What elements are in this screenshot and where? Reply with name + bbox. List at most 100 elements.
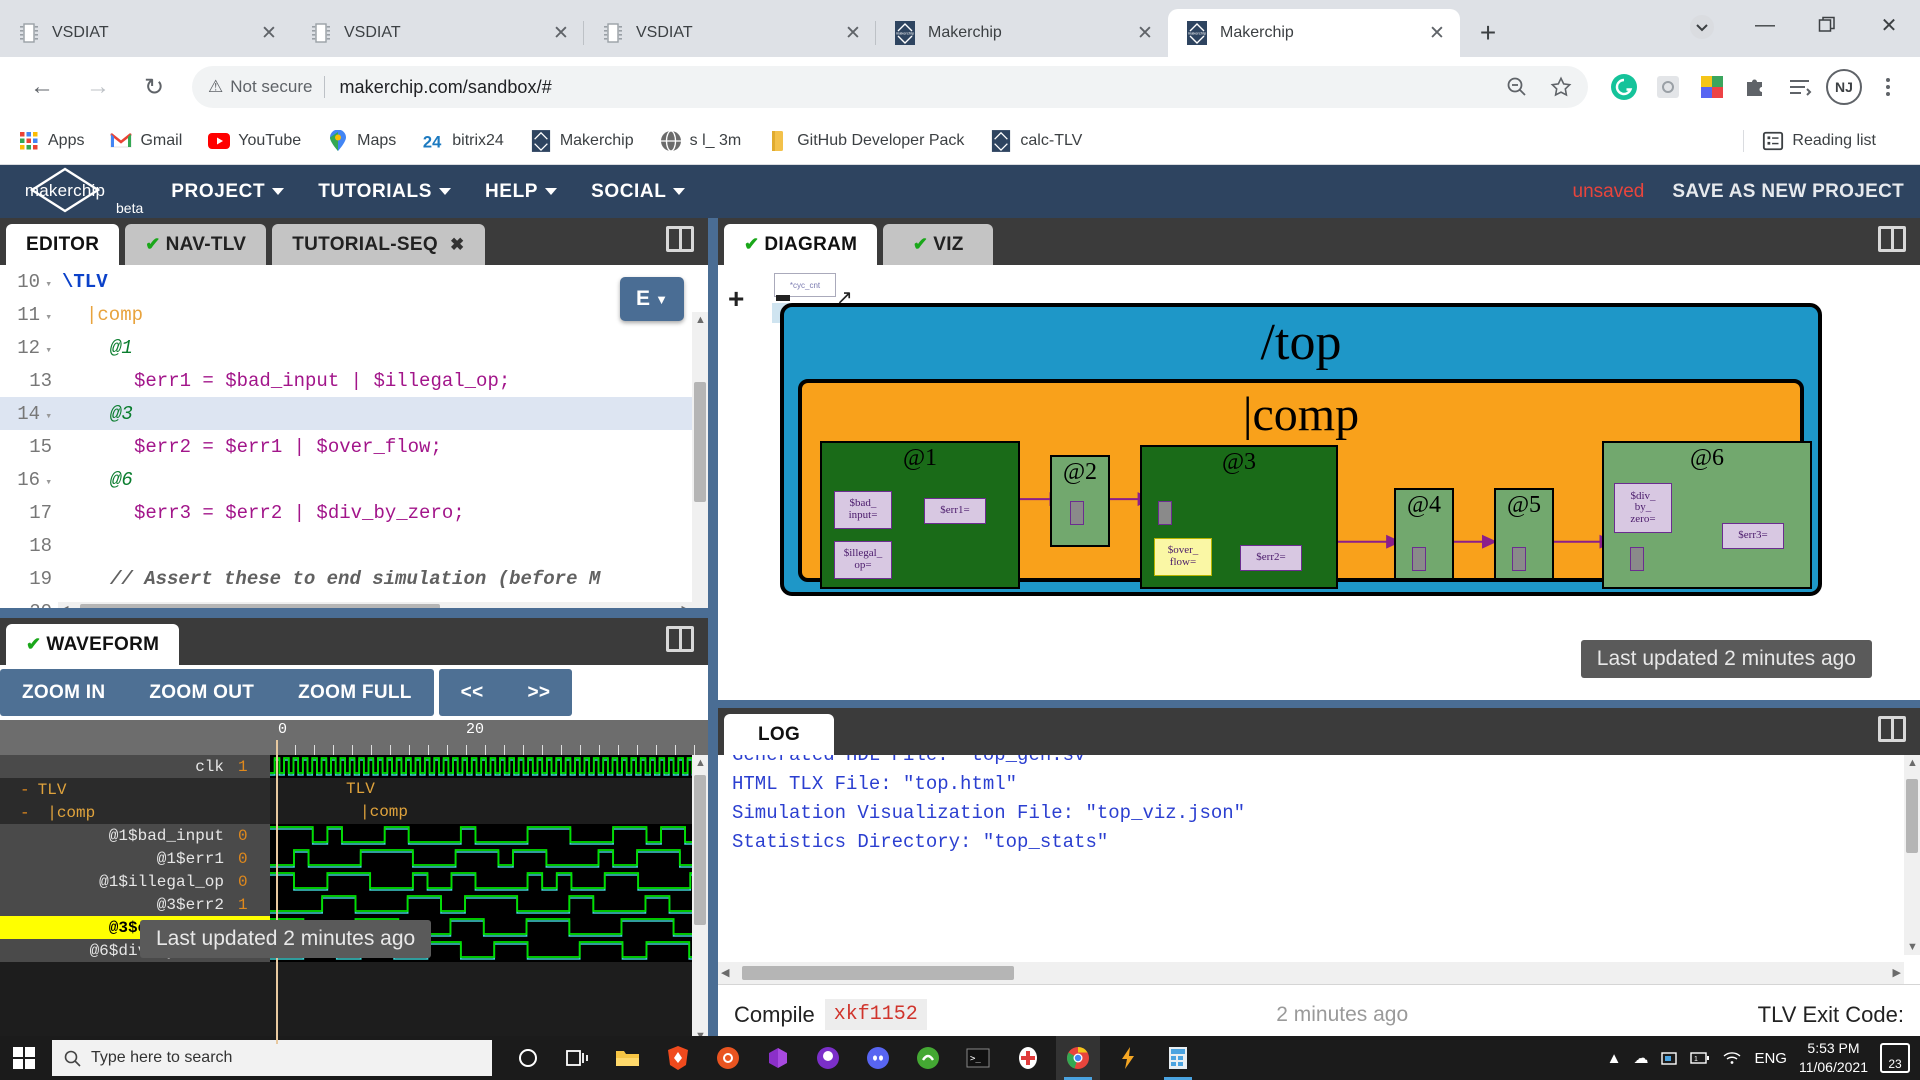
waveform-signal-row[interactable]: @1$illegal_op 0 xyxy=(0,870,708,893)
browser-tab-active[interactable]: makerchip Makerchip ✕ xyxy=(1168,9,1460,57)
zoom-out-button[interactable]: ZOOM OUT xyxy=(127,682,276,704)
new-tab-button[interactable]: + xyxy=(1468,13,1508,53)
zoom-out-icon[interactable] xyxy=(1506,76,1528,98)
tab-nav-tlv[interactable]: ✔ NAV-TLV xyxy=(125,224,267,265)
waveform-signal-row[interactable]: @1$bad_input 0 xyxy=(0,824,708,847)
kebab-menu-icon[interactable] xyxy=(1870,69,1906,105)
scroll-thumb[interactable] xyxy=(694,775,706,925)
comp-pipeline-box[interactable]: |comp @1 @2 @3 @4 @5 @6 $bad_ input= $er… xyxy=(798,379,1812,589)
fold-arrow-icon[interactable]: ▾ xyxy=(40,277,52,291)
signal-box[interactable]: $err1= xyxy=(924,498,986,524)
ubuntu-icon[interactable] xyxy=(706,1036,750,1080)
taskview-icon[interactable] xyxy=(556,1036,600,1080)
vscode-icon[interactable] xyxy=(756,1036,800,1080)
fold-arrow-icon[interactable]: ▾ xyxy=(40,475,52,489)
onedrive-icon[interactable] xyxy=(1660,1050,1678,1066)
close-icon[interactable]: ✕ xyxy=(256,20,282,46)
code-line[interactable]: 11 ▾ |comp xyxy=(0,298,708,331)
waveform-signal-row[interactable]: clk 1 xyxy=(0,755,708,778)
zoom-in-button[interactable]: ZOOM IN xyxy=(0,682,127,704)
code-line[interactable]: 19 // Assert these to end simulation (bef… xyxy=(0,562,708,595)
waveform-vertical-scrollbar[interactable]: ▲ ▼ xyxy=(692,755,708,1044)
step-back-button[interactable]: << xyxy=(439,682,506,704)
signal-box[interactable]: $illegal_ op= xyxy=(834,541,892,579)
signal-waveform[interactable]: TLV xyxy=(270,778,708,801)
close-button[interactable]: ✕ xyxy=(1858,0,1920,50)
bookmark-makerchip[interactable]: Makerchip xyxy=(530,129,634,152)
scroll-up-icon[interactable]: ▲ xyxy=(1907,757,1918,769)
signal-box[interactable]: $err2= xyxy=(1240,545,1302,571)
scroll-up-icon[interactable]: ▲ xyxy=(695,314,706,326)
fold-arrow-icon[interactable]: ▾ xyxy=(40,343,52,357)
close-icon[interactable]: ✕ xyxy=(840,20,866,46)
anaconda-icon[interactable] xyxy=(906,1036,950,1080)
github-icon[interactable] xyxy=(806,1036,850,1080)
taskbar-clock[interactable]: 5:53 PM 11/06/2021 xyxy=(1799,1039,1868,1077)
bookmark-apps[interactable]: Apps xyxy=(18,130,84,152)
expander-icon[interactable]: - xyxy=(20,804,30,822)
split-pane-icon[interactable] xyxy=(666,226,694,252)
log-horizontal-scrollbar[interactable]: ◀ ▶ xyxy=(718,962,1904,984)
language-indicator[interactable]: ENG xyxy=(1754,1050,1787,1067)
zoom-full-button[interactable]: ZOOM FULL xyxy=(276,682,434,704)
bookmark-youtube[interactable]: YouTube xyxy=(208,130,301,152)
maximize-button[interactable] xyxy=(1796,0,1858,50)
readinglist-icon[interactable] xyxy=(1782,69,1818,105)
bookmark-bitrix24[interactable]: 24 bitrix24 xyxy=(422,130,504,152)
waveform-signal-row[interactable]: - TLV TLV xyxy=(0,778,708,801)
code-line[interactable]: 13 $err1 = $bad_input | $illegal_op; xyxy=(0,364,708,397)
battery-icon[interactable]: 1 xyxy=(1690,1051,1710,1065)
search-input[interactable]: Type here to search xyxy=(52,1040,492,1076)
tab-tutorial-seq[interactable]: TUTORIAL-SEQ ✖ xyxy=(272,224,485,265)
cyc-cnt-chip[interactable]: *cyc_cnt xyxy=(774,273,836,297)
avatar[interactable]: NJ xyxy=(1826,69,1862,105)
log-output[interactable]: Generated HDL File: "top_gen.sv" HTML TLX… xyxy=(718,755,1920,984)
extension-colored-icon[interactable] xyxy=(1694,69,1730,105)
calculator-icon[interactable] xyxy=(1156,1036,1200,1080)
signal-waveform[interactable] xyxy=(270,824,708,847)
forward-button[interactable]: → xyxy=(77,66,119,108)
waveform-body[interactable]: 0 20 clk 1 - TLV TLV - |comp |comp @1$bad_input… xyxy=(0,720,708,1044)
signal-box[interactable]: $div_ by_ zero= xyxy=(1614,483,1672,533)
step-forward-button[interactable]: >> xyxy=(505,682,572,704)
reading-list-button[interactable]: Reading list xyxy=(1743,129,1876,152)
scroll-thumb[interactable] xyxy=(694,382,706,502)
minimize-button[interactable]: — xyxy=(1734,0,1796,50)
code-line[interactable]: 17 $err3 = $err2 | $div_by_zero; xyxy=(0,496,708,529)
signal-box[interactable]: $over_ flow= xyxy=(1154,538,1212,576)
scroll-left-icon[interactable]: ◀ xyxy=(721,966,729,979)
split-pane-icon[interactable] xyxy=(1878,716,1906,742)
editor-waveform-splitter[interactable] xyxy=(0,608,708,618)
scroll-down-icon[interactable]: ▼ xyxy=(1907,941,1918,953)
chrome-icon[interactable] xyxy=(1056,1036,1100,1080)
back-button[interactable]: ← xyxy=(21,66,63,108)
menu-help[interactable]: HELP xyxy=(485,181,558,203)
browser-tab[interactable]: VSDIAT ✕ xyxy=(292,9,584,57)
diagram-log-splitter[interactable] xyxy=(718,700,1920,708)
makerchip-logo[interactable]: makerchip beta xyxy=(16,167,143,216)
tab-waveform[interactable]: ✔ WAVEFORM xyxy=(6,624,180,665)
browser-tab[interactable]: VSDIAT ✕ xyxy=(584,9,876,57)
notification-badge[interactable]: 23 xyxy=(1880,1043,1910,1073)
chevron-up-icon[interactable]: ▲ xyxy=(1607,1050,1622,1067)
windows-start-icon[interactable] xyxy=(0,1036,48,1080)
medical-icon[interactable] xyxy=(1006,1036,1050,1080)
browser-tab[interactable]: makerchip Makerchip ✕ xyxy=(876,9,1168,57)
signal-box[interactable]: $bad_ input= xyxy=(834,491,892,529)
expander-icon[interactable]: - xyxy=(20,781,30,799)
save-as-new-project-button[interactable]: SAVE AS NEW PROJECT xyxy=(1672,181,1904,203)
star-icon[interactable] xyxy=(1550,76,1572,98)
browser-tab[interactable]: VSDIAT ✕ xyxy=(0,9,292,57)
scroll-thumb[interactable] xyxy=(1906,779,1918,853)
code-line[interactable]: 16 ▾ @6 xyxy=(0,463,708,496)
tab-diagram[interactable]: ✔ DIAGRAM xyxy=(724,224,878,265)
fold-arrow-icon[interactable]: ▾ xyxy=(40,310,52,324)
wifi-icon[interactable] xyxy=(1722,1051,1742,1065)
file-explorer-icon[interactable] xyxy=(606,1036,650,1080)
signal-waveform[interactable] xyxy=(270,755,708,778)
scroll-thumb[interactable] xyxy=(742,966,1014,980)
signal-waveform[interactable] xyxy=(270,870,708,893)
reload-button[interactable]: ↻ xyxy=(133,66,175,108)
fold-arrow-icon[interactable]: ▾ xyxy=(40,409,52,423)
cloud-icon[interactable]: ☁ xyxy=(1633,1049,1648,1067)
